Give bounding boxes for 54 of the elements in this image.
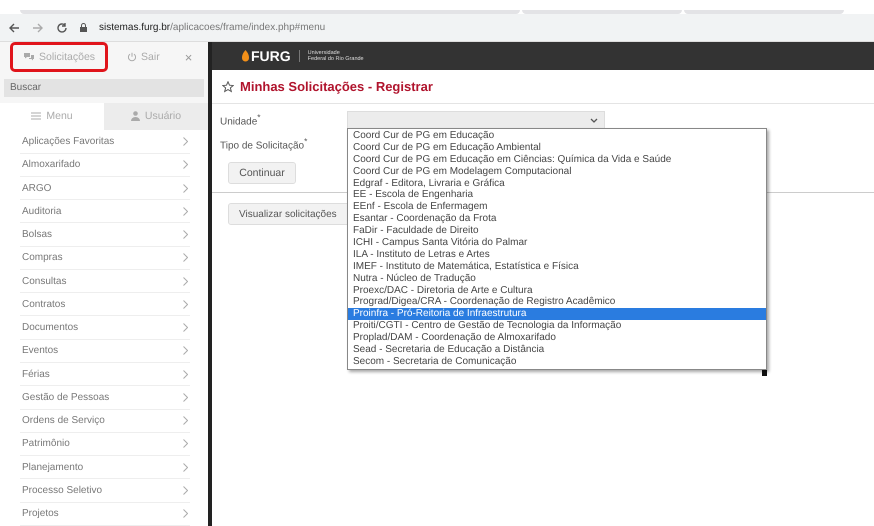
dropdown-option[interactable]: Proinfra - Pró-Reitoria de Infraestrutura bbox=[348, 308, 766, 320]
chevron-right-icon bbox=[183, 136, 188, 146]
field-label: Unidade$^{*}$ bbox=[220, 112, 262, 128]
chevron-right-icon bbox=[183, 462, 188, 472]
dropdown-option[interactable]: FaDir - Faculdade de Direito bbox=[348, 225, 766, 238]
logo: FURG bbox=[242, 48, 291, 64]
chevron-right-icon bbox=[183, 486, 188, 495]
chevron-right-icon bbox=[183, 439, 188, 448]
chevron-right-icon bbox=[183, 416, 188, 426]
flame-icon bbox=[242, 50, 249, 62]
dropdown-option[interactable]: Edgraf - Editora, Livraria e Gráfica bbox=[348, 178, 766, 190]
chevron-right-icon bbox=[183, 509, 188, 518]
lock-icon bbox=[80, 23, 87, 32]
chevron-right-icon bbox=[183, 300, 188, 309]
dropdown-option[interactable]: Sead - Secretaria de Educação a Distância bbox=[348, 344, 766, 356]
chevron-right-icon bbox=[183, 276, 188, 286]
dropdown-option[interactable]: Coord Cur de PG em Educação bbox=[348, 130, 766, 142]
unit-select[interactable] bbox=[347, 111, 605, 129]
chevron-right-icon bbox=[183, 323, 188, 332]
user-icon bbox=[130, 111, 140, 122]
close-button[interactable]: × bbox=[178, 48, 198, 66]
chat-icon bbox=[23, 52, 35, 62]
chevron-right-icon bbox=[183, 230, 188, 240]
page-title: Minhas Solicitações - Registrar bbox=[240, 79, 433, 94]
dropdown-option[interactable]: Secom - Secretaria de Comunicação bbox=[348, 356, 766, 368]
chevron-right-icon bbox=[183, 392, 188, 402]
dropdown-option[interactable]: Coord Cur de PG em Educação Ambiental bbox=[348, 142, 766, 154]
dropdown-option[interactable]: ILA - Instituto de Letras e Artes bbox=[348, 248, 766, 261]
chevron-right-icon bbox=[183, 206, 188, 216]
dropdown-option[interactable]: Proexc/DAC - Diretoria de Arte e Cultura bbox=[348, 284, 766, 296]
reload-icon[interactable] bbox=[56, 22, 68, 34]
dropdown-option[interactable]: Proplad/DAM - Coordenação de Almoxarifado bbox=[348, 332, 766, 344]
chevron-right-icon bbox=[183, 160, 188, 170]
continue-button[interactable]: Continuar bbox=[228, 162, 296, 184]
chevron-right-icon bbox=[183, 346, 188, 356]
chevron-down-icon bbox=[590, 118, 598, 122]
dropdown-option[interactable]: Prograd/Digea/CRA - Coordenação de Registro Acadêmico bbox=[348, 296, 766, 308]
chevron-right-icon bbox=[183, 184, 188, 193]
dropdown-option[interactable]: Coord Cur de PG em Educação em Ciências: Química da Vida e Saúde bbox=[348, 154, 766, 166]
dropdown-option[interactable]: Nutra - Núcleo de Tradução bbox=[348, 272, 766, 285]
star-icon[interactable] bbox=[222, 80, 234, 92]
dropdown-option[interactable]: EE - Escola de Engenharia bbox=[348, 189, 766, 202]
chevron-right-icon bbox=[183, 253, 188, 262]
back-icon[interactable] bbox=[8, 22, 20, 34]
field-label: Tipo de Solicitação$^{*}$ bbox=[220, 136, 308, 152]
chevron-right-icon bbox=[183, 370, 188, 379]
dropdown-option[interactable]: Proiti/CGTI - Centro de Gestão de Tecnologia da Informação bbox=[348, 320, 766, 332]
dropdown-option[interactable]: Coord Cur de PG em Modelagem Computacional bbox=[348, 166, 766, 178]
menu-icon bbox=[31, 112, 42, 120]
dropdown-option[interactable]: ICHI - Campus Santa Vitória do Palmar bbox=[348, 237, 766, 249]
dropdown-option[interactable]: IMEF - Instituto de Matemática, Estatística e Física bbox=[348, 260, 766, 273]
search-field[interactable]: Buscar bbox=[4, 78, 204, 96]
power-icon bbox=[127, 52, 138, 62]
address-bar-url[interactable]: sistemas.furg.br/aplicacoes/frame/index.php#menu bbox=[99, 22, 326, 33]
